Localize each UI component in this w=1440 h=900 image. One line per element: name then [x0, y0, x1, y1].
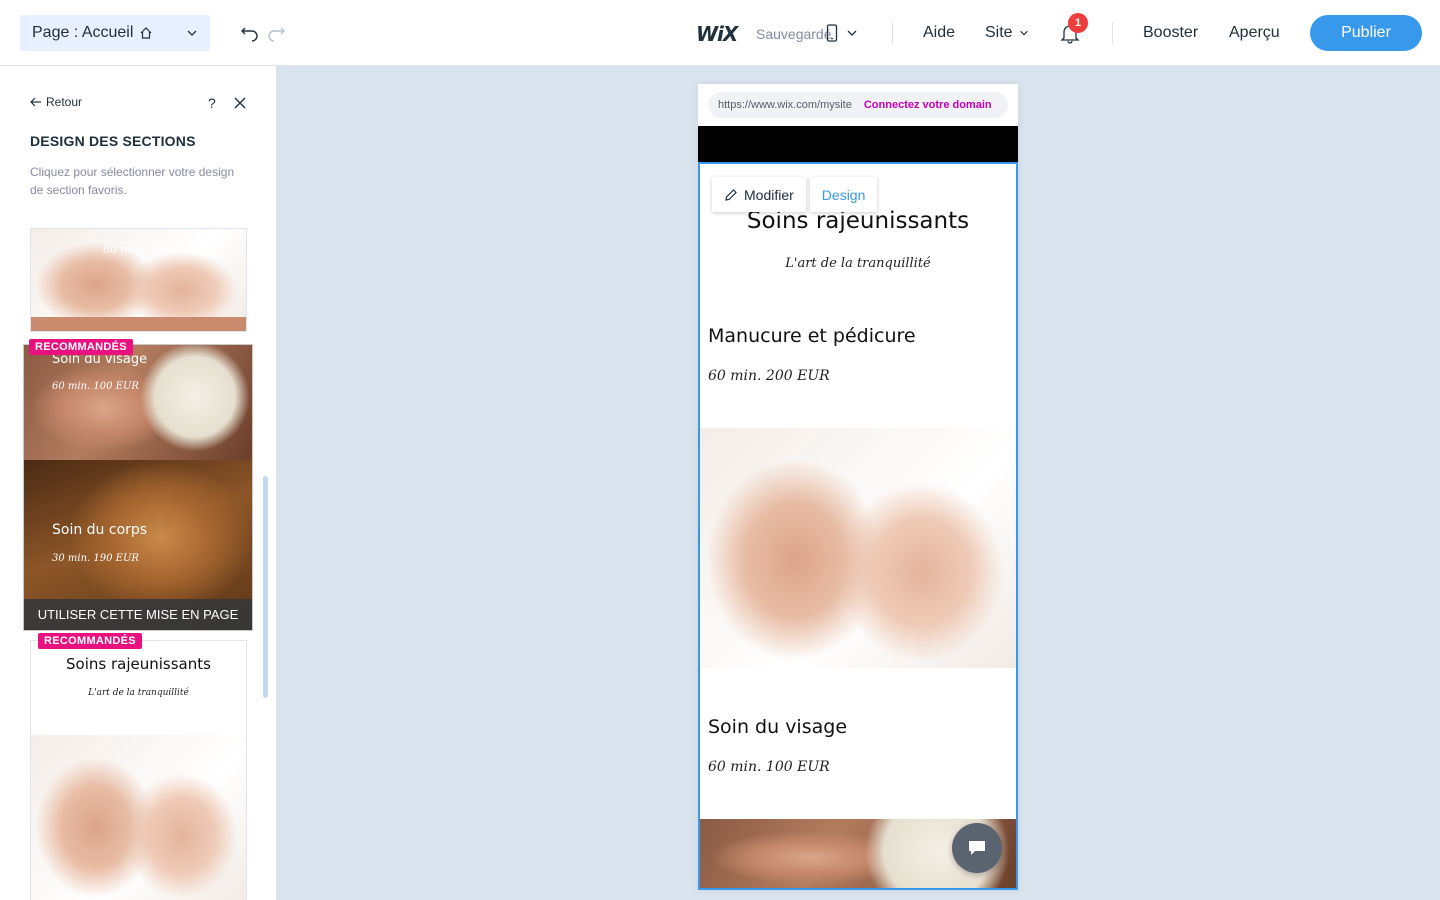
- design-thumbnails: 60 min. 200 Soin du visage 60 min. 100 E…: [0, 228, 276, 900]
- mobile-icon: [826, 24, 838, 42]
- page-selector-label: Page : Accueil: [32, 24, 186, 42]
- site-menu-label: Site: [985, 24, 1013, 41]
- recommended-badge: RECOMMANDÉS: [38, 633, 142, 649]
- edit-label: Modifier: [744, 186, 794, 203]
- use-layout-button[interactable]: UTILISER CETTE MISE EN PAGE: [24, 599, 252, 630]
- thumb-next-photo: [31, 317, 246, 331]
- recommended-badge: RECOMMANDÉS: [29, 339, 133, 355]
- url-bar: https://www.wix.com/mysite Connectez vot…: [708, 92, 1008, 118]
- undo-button[interactable]: [240, 24, 260, 42]
- pencil-icon: [725, 188, 737, 201]
- thumb-subtitle: L'art de la tranquillité: [88, 688, 189, 698]
- device-switch[interactable]: [826, 22, 866, 44]
- section-design-panel: Retour ? DESIGN DES SECTIONS Cliquez pou…: [0, 66, 276, 900]
- redo-button[interactable]: [266, 24, 286, 42]
- divider: [1112, 22, 1113, 44]
- divider: [892, 22, 893, 44]
- selected-section-frame: [698, 162, 1018, 890]
- help-button[interactable]: ?: [208, 95, 216, 111]
- arrow-left-icon: [30, 97, 41, 107]
- page-selector-text: Page : Accueil: [32, 24, 134, 41]
- thumb-price: 60 min. 200: [103, 243, 170, 256]
- section-design-option-hovered[interactable]: Soin du visage 60 min. 100 EUR Soin du c…: [23, 344, 253, 631]
- section-design-option[interactable]: Soins rajeunissants L'art de la tranquil…: [30, 640, 247, 900]
- section-design-option[interactable]: 60 min. 200: [30, 228, 247, 332]
- thumb-title: Soin du corps: [52, 522, 148, 538]
- boost-menu[interactable]: Booster: [1143, 24, 1198, 42]
- wix-logo: WiX: [696, 22, 738, 46]
- section-toolbar: Modifier Design: [712, 177, 878, 212]
- back-label: Retour: [46, 95, 83, 109]
- panel-description: Cliquez pour sélectionner votre design d…: [30, 165, 235, 197]
- thumb-title: Soins rajeunissants: [66, 655, 211, 673]
- panel-scrollbar[interactable]: [263, 476, 268, 698]
- thumb-price: 60 min. 100 EUR: [52, 381, 139, 392]
- top-bar: Page : Accueil WiX Sauvegardé Aide Site …: [0, 0, 1440, 66]
- back-button[interactable]: Retour: [30, 95, 82, 109]
- close-icon[interactable]: [233, 96, 247, 110]
- saved-status: Sauvegardé: [756, 26, 832, 42]
- site-header[interactable]: [698, 126, 1018, 162]
- chevron-down-icon: [187, 30, 197, 36]
- edit-button[interactable]: Modifier: [712, 177, 806, 212]
- help-menu[interactable]: Aide: [923, 24, 955, 42]
- site-menu[interactable]: Site: [985, 24, 1029, 42]
- mobile-preview: https://www.wix.com/mysite Connectez vot…: [698, 84, 1018, 890]
- page-selector[interactable]: Page : Accueil: [20, 15, 210, 51]
- panel-title: DESIGN DES SECTIONS: [30, 133, 196, 149]
- notification-badge: 1: [1068, 13, 1088, 33]
- foot-massage-photo: [31, 735, 246, 900]
- home-icon: [140, 27, 152, 39]
- design-button[interactable]: Design: [809, 177, 878, 212]
- chevron-down-icon: [847, 30, 857, 36]
- chat-button[interactable]: [952, 823, 1002, 873]
- connect-domain-link[interactable]: Connectez votre domain: [864, 99, 992, 111]
- chevron-down-icon: [1019, 30, 1028, 36]
- preview-button[interactable]: Aperçu: [1229, 24, 1280, 42]
- publish-button[interactable]: Publier: [1310, 15, 1422, 51]
- thumb-price: 30 min. 190 EUR: [52, 553, 139, 564]
- chat-icon: [969, 841, 985, 855]
- site-url: https://www.wix.com/mysite: [718, 99, 852, 111]
